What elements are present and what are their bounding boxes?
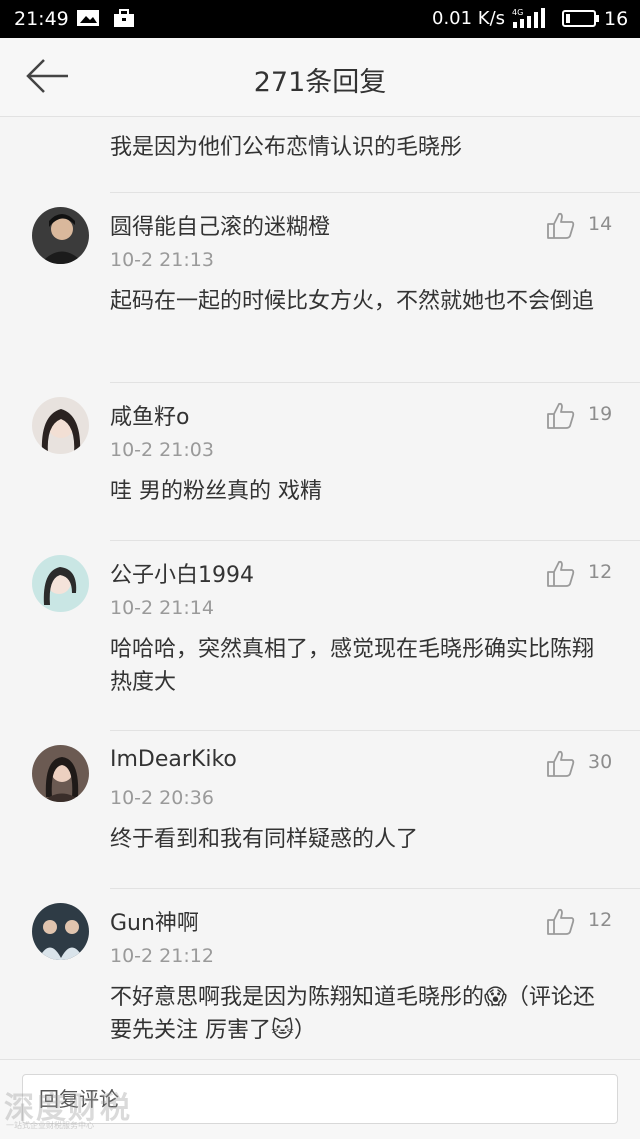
comment-item: 公子小白1994 10-2 21:14 12 哈哈哈，突然真相了，感觉现在毛晓彤… (0, 541, 640, 731)
comment-time: 10-2 21:03 (110, 439, 214, 461)
like-count: 19 (588, 403, 613, 425)
reply-input[interactable] (22, 1074, 618, 1124)
comment-list[interactable]: 我是因为他们公布恋情认识的毛晓彤 圆得能自己滚的迷糊橙 10-2 21:13 1… (0, 117, 640, 1059)
comment-text: 终于看到和我有同样疑惑的人了 (110, 827, 419, 852)
comment-time: 10-2 21:13 (110, 249, 214, 271)
like-count: 14 (588, 213, 613, 235)
page-title: 271条回复 (253, 67, 387, 98)
like-count: 30 (588, 751, 613, 773)
continued-comment-text: 我是因为他们公布恋情认识的毛晓彤 (110, 135, 463, 160)
comment-text: 哈哈哈，突然真相了，感觉现在毛晓彤确实比陈翔热度大 (110, 637, 595, 695)
image-icon (77, 10, 99, 26)
comment-time: 10-2 21:12 (110, 945, 214, 967)
battery-icon (562, 10, 596, 27)
username[interactable]: 圆得能自己滚的迷糊橙 (110, 209, 330, 241)
thumbs-up-icon (547, 908, 575, 935)
thumbs-up-icon (547, 560, 575, 587)
signal-icon: 4G (512, 8, 545, 28)
avatar[interactable] (32, 745, 89, 802)
comment-item: ImDearKiko 10-2 20:36 30 终于看到和我有同样疑惑的人了 (0, 731, 640, 889)
like-count: 12 (588, 561, 613, 583)
like-button[interactable] (546, 559, 576, 589)
battery-fill (566, 14, 570, 23)
username[interactable]: ImDearKiko (110, 747, 237, 772)
battery-percent: 16 (604, 8, 629, 30)
status-bar: 21:49 0.01 K/s 4G 16 (0, 0, 640, 38)
like-button[interactable] (546, 749, 576, 779)
comment-time: 10-2 20:36 (110, 787, 214, 809)
username[interactable]: Gun神啊 (110, 905, 199, 937)
comment-item: 圆得能自己滚的迷糊橙 10-2 21:13 14 起码在一起的时候比女方火，不然… (0, 193, 640, 383)
comment-item: Gun神啊 10-2 21:12 12 不好意思啊我是因为陈翔知道毛晓彤的😱（评… (0, 889, 640, 1059)
battery-tip (596, 15, 599, 22)
comment-time: 10-2 21:14 (110, 597, 214, 619)
comment-text: 哇 男的粉丝真的 戏精 (110, 479, 322, 504)
avatar[interactable] (32, 555, 89, 612)
comment-text: 起码在一起的时候比女方火，不然就她也不会倒追 (110, 289, 595, 314)
thumbs-up-icon (547, 750, 575, 777)
avatar[interactable] (32, 397, 89, 454)
comment-text: 不好意思啊我是因为陈翔知道毛晓彤的😱（评论还要先关注 厉害了🐱） (110, 985, 595, 1043)
status-time: 21:49 (14, 8, 69, 30)
header: 271条回复 (0, 38, 640, 117)
avatar[interactable] (32, 207, 89, 264)
comment-item: 咸鱼籽o 10-2 21:03 19 哇 男的粉丝真的 戏精 (0, 383, 640, 541)
thumbs-up-icon (547, 212, 575, 239)
username[interactable]: 公子小白1994 (110, 557, 254, 589)
like-count: 12 (588, 909, 613, 931)
like-button[interactable] (546, 401, 576, 431)
like-button[interactable] (546, 907, 576, 937)
like-button[interactable] (546, 211, 576, 241)
thumbs-up-icon (547, 402, 575, 429)
net-speed: 0.01 K/s (432, 8, 506, 29)
username[interactable]: 咸鱼籽o (110, 399, 189, 431)
avatar[interactable] (32, 903, 89, 960)
reply-bar (0, 1059, 640, 1139)
briefcase-icon (114, 9, 134, 27)
network-label: 4G (512, 8, 523, 17)
